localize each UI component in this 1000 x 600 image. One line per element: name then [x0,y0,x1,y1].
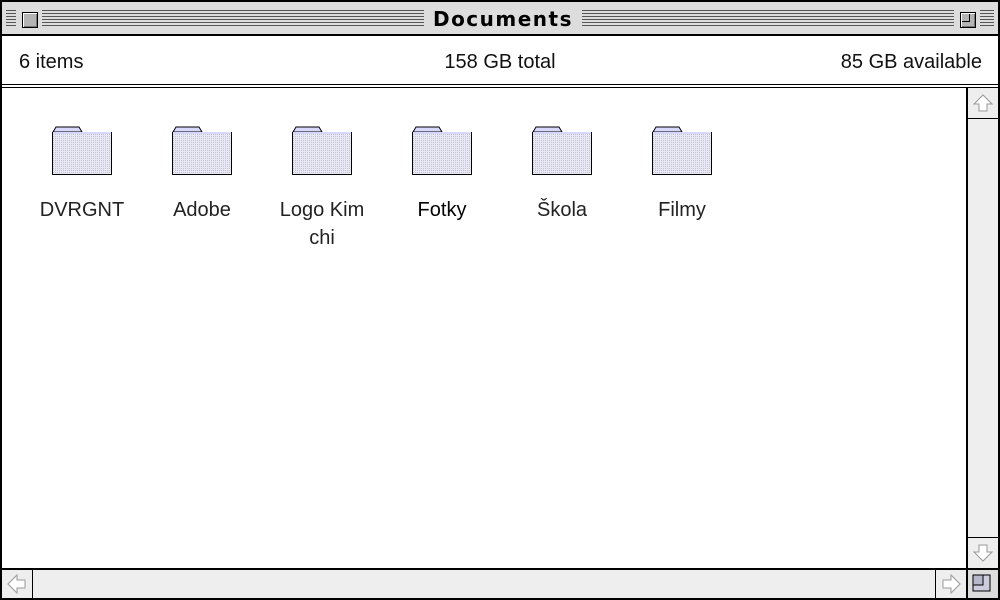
arrow-right-icon [942,573,961,595]
folder-icon [411,126,473,176]
folder-content-area[interactable]: DVRGNT Adobe Logo Kim chi Fotky Škola Fi… [2,88,966,568]
close-box-button[interactable] [16,10,42,30]
title-bar-stripes-right [582,10,994,28]
folder-item-filmy[interactable]: Filmy [622,126,742,224]
title-bar-stripes-left [6,10,424,28]
folder-label: Filmy [658,199,706,221]
folder-item-skola[interactable]: Škola [502,126,622,224]
folder-item-dvrgnt[interactable]: DVRGNT [22,126,142,224]
folder-label: Fotky [417,199,467,221]
scroll-left-button[interactable] [2,570,33,598]
scroll-up-button[interactable] [968,88,998,119]
folder-icon [51,126,113,176]
info-bar: 6 items 158 GB total 85 GB available [2,36,998,88]
finder-window: Documents 6 items 158 GB total 85 GB ava… [0,0,1000,600]
folder-icon [171,126,233,176]
zoom-box-button[interactable] [954,10,980,30]
folder-item-adobe[interactable]: Adobe [142,126,262,224]
disk-available: 85 GB available [840,51,982,73]
folder-icon [651,126,713,176]
resize-icon [972,574,991,592]
folder-label: Škola [536,199,588,221]
folder-label: Logo Kim chi [279,199,365,249]
resize-grow-box[interactable] [966,568,998,598]
folder-icon [531,126,593,176]
window-title: Documents [427,5,579,33]
folder-icon [291,126,353,176]
folder-item-fotky[interactable]: Fotky [382,126,502,224]
zoom-box-icon [960,12,976,28]
scroll-right-button[interactable] [935,570,966,598]
scroll-down-button[interactable] [968,537,998,568]
folder-label: Adobe [173,199,231,221]
folder-label: DVRGNT [39,199,125,221]
title-bar[interactable]: Documents [2,2,998,36]
folder-item-logo-kim-chi[interactable]: Logo Kim chi [262,126,382,252]
vertical-scrollbar[interactable] [966,88,998,568]
horizontal-scrollbar[interactable] [2,568,966,598]
arrow-left-icon [7,573,26,595]
arrow-down-icon [972,544,994,562]
close-box-icon [22,12,38,28]
arrow-up-icon [972,94,994,112]
